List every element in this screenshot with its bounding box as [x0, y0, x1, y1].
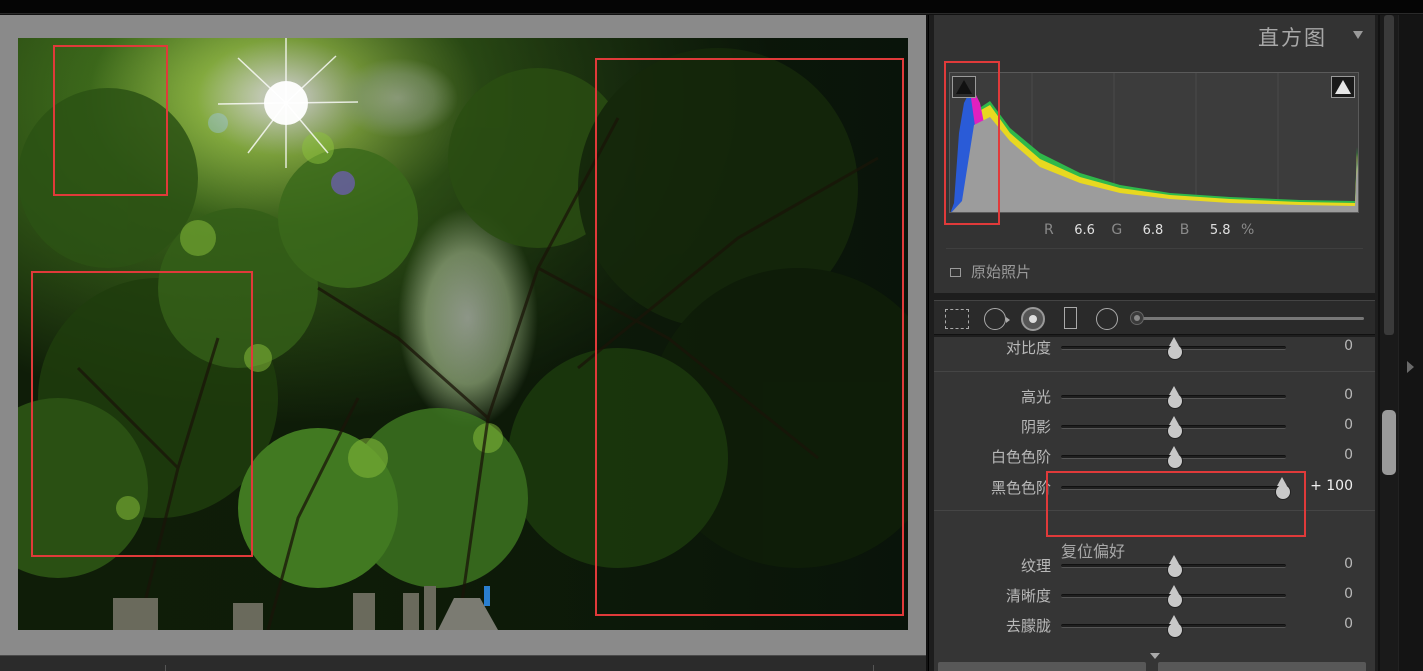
- photo-viewer: [0, 15, 926, 655]
- histogram-menu-arrow-icon[interactable]: [1353, 31, 1363, 39]
- highlight-clipping-icon[interactable]: [1331, 76, 1355, 98]
- histogram-title[interactable]: 直方图: [1258, 22, 1327, 52]
- slider-label-whites: 白色色阶: [990, 448, 1051, 466]
- slider-value-highlights[interactable]: 0: [1344, 387, 1353, 403]
- develop-right-panel: 直方图 R 6.6 G 6.8 B 5.8 % 原始照片 对比度 0 高光 0 …: [928, 15, 1378, 671]
- slider-label-highlights: 高光: [1020, 388, 1051, 406]
- annotation-box-right: [595, 58, 904, 616]
- slider-track-shadows[interactable]: [1061, 416, 1286, 439]
- slider-value-whites[interactable]: 0: [1344, 447, 1353, 463]
- slider-value-dehaze[interactable]: 0: [1344, 616, 1353, 632]
- scrollbar-track: [1384, 15, 1394, 335]
- slider-label-shadows: 阴影: [1020, 418, 1051, 436]
- slider-row-whites: 白色色阶 0: [934, 444, 1375, 470]
- r-value: 6.6: [1074, 223, 1095, 238]
- annotation-box-mid-left: [31, 271, 253, 557]
- slider-label-clarity: 清晰度: [1005, 587, 1051, 605]
- panel-scrollbar[interactable]: [1380, 15, 1398, 671]
- graduated-filter-icon[interactable]: [1064, 307, 1077, 329]
- histogram-graph: [949, 72, 1359, 213]
- adjustment-brush-icon[interactable]: [1130, 311, 1144, 325]
- g-value: 6.8: [1142, 223, 1164, 238]
- slider-row-texture: 纹理 0: [934, 553, 1375, 579]
- slider-track-clarity[interactable]: [1061, 585, 1286, 608]
- slider-row-shadows: 阴影 0: [934, 414, 1375, 440]
- original-photo-toggle[interactable]: 原始照片: [950, 261, 1031, 282]
- annotation-box-histogram: [944, 61, 1000, 225]
- slider-row-clarity: 清晰度 0: [934, 583, 1375, 609]
- histogram-divider: [946, 248, 1363, 249]
- slider-label-dehaze: 去朦胧: [1005, 617, 1051, 635]
- panel-collapse-arrow-icon[interactable]: [1150, 653, 1160, 659]
- right-edge-panel: [1398, 15, 1423, 671]
- divider: [934, 371, 1375, 372]
- red-eye-icon[interactable]: [1021, 307, 1045, 331]
- slider-label-blacks: 黑色色阶: [990, 479, 1051, 497]
- top-bar: [0, 0, 1423, 14]
- reset-preferences-button[interactable]: 复位偏好: [1061, 538, 1125, 562]
- slider-row-contrast: 对比度 0: [934, 337, 1375, 361]
- tool-strip: [934, 300, 1375, 335]
- filmstrip-bar: [0, 655, 926, 671]
- g-label: G: [1111, 222, 1123, 238]
- slider-track-contrast[interactable]: [1061, 337, 1286, 360]
- slider-track-highlights[interactable]: [1061, 386, 1286, 409]
- reset-button[interactable]: [1158, 662, 1366, 671]
- spot-removal-icon[interactable]: [984, 308, 1010, 330]
- original-photo-checkbox[interactable]: [950, 268, 961, 277]
- previous-button[interactable]: [938, 662, 1146, 671]
- slider-value-texture[interactable]: 0: [1344, 556, 1353, 572]
- slider-label-contrast: 对比度: [1005, 339, 1051, 357]
- slider-value-blacks[interactable]: + 100: [1310, 478, 1353, 494]
- slider-track-dehaze[interactable]: [1061, 615, 1286, 638]
- radial-filter-icon[interactable]: [1096, 308, 1118, 330]
- slider-value-clarity[interactable]: 0: [1344, 586, 1353, 602]
- annotation-box-blacks-slider: [1046, 471, 1306, 537]
- slider-row-highlights: 高光 0: [934, 384, 1375, 410]
- expand-panel-arrow-icon[interactable]: [1407, 361, 1414, 373]
- b-value: 5.8: [1209, 223, 1231, 238]
- b-label: B: [1179, 222, 1190, 238]
- percent-sign: %: [1240, 222, 1255, 238]
- original-photo-label: 原始照片: [971, 263, 1032, 281]
- panel-bottom-buttons: [934, 662, 1375, 671]
- annotation-box-top-left: [53, 45, 168, 196]
- slider-row-dehaze: 去朦胧 0: [934, 613, 1375, 639]
- crop-icon[interactable]: [945, 309, 969, 329]
- brush-size-slider[interactable]: [1139, 317, 1364, 320]
- r-label: R: [1044, 222, 1054, 238]
- slider-track-whites[interactable]: [1061, 446, 1286, 469]
- slider-track-texture[interactable]: [1061, 555, 1286, 578]
- scrollbar-thumb[interactable]: [1382, 410, 1396, 475]
- slider-label-texture: 纹理: [1020, 557, 1051, 575]
- slider-value-shadows[interactable]: 0: [1344, 417, 1353, 433]
- rgb-readout: R 6.6 G 6.8 B 5.8 %: [1044, 222, 1270, 238]
- slider-value-contrast[interactable]: 0: [1344, 338, 1353, 354]
- histogram-panel: 直方图 R 6.6 G 6.8 B 5.8 % 原始照片: [934, 15, 1375, 293]
